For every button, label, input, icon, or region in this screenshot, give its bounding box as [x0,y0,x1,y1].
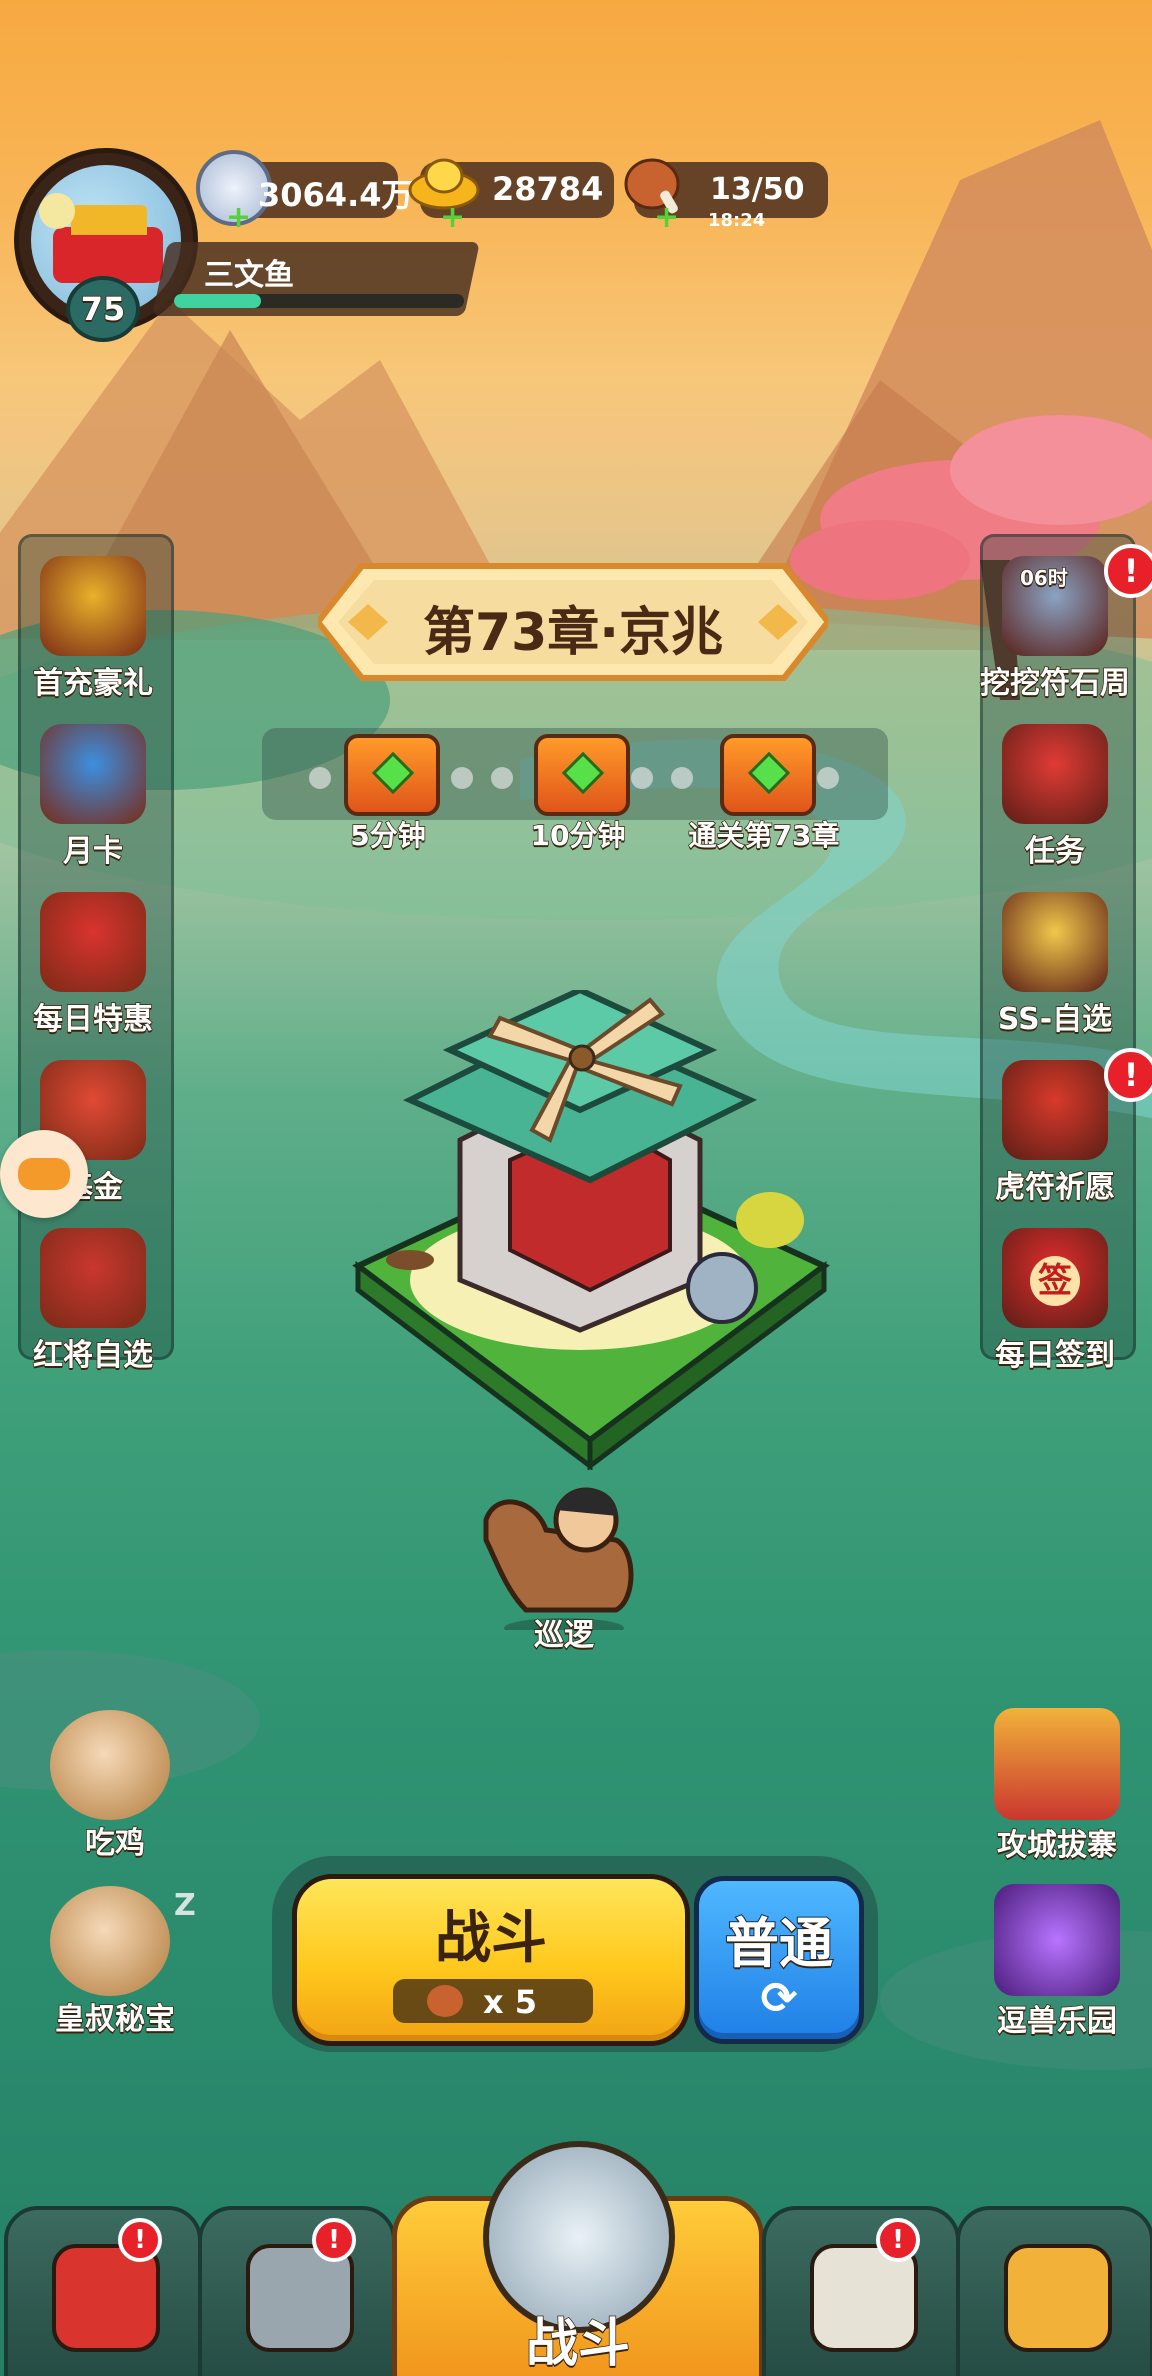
bottom-nav-war-horn[interactable]: ! [762,2206,960,2376]
chest-reward-1[interactable]: 10分钟 [530,730,630,860]
chapter-banner: 第73章·京兆 [314,560,832,684]
left-feature-0[interactable]: 吃鸡 [30,1700,200,1862]
bottom-nav-battle[interactable]: 战斗 [392,2141,764,2376]
battle-cost: x 5 [483,1983,538,2021]
task-scroll-icon [1002,724,1108,824]
game-scene: 75 三文鱼 + 3064.4万 + 28784 + 13/50 18:24 首… [0,0,1152,2376]
right-menu-item-2[interactable]: SS-自选 [980,884,1130,1044]
siege-gate-icon [994,1708,1120,1820]
fist-upgrade-icon [1004,2244,1112,2352]
right-menu-item-4[interactable]: 签每日签到 [980,1220,1130,1380]
alert-badge: ! [312,2218,356,2262]
bottom-nav-palace[interactable]: ! [4,2206,202,2376]
battle-cost-pill: x 5 [393,1979,593,2023]
signin-stamp: 签 [1030,1256,1080,1306]
alert-badge: ! [876,2218,920,2262]
chapter-title: 第73章·京兆 [422,603,724,663]
chest-gem [561,751,605,795]
uncle-treasure-icon [50,1886,170,1996]
exp-bar-fill [174,294,261,308]
silver-value: 3064.4万 [258,176,414,214]
right-feature-label: 攻城拔寨 [996,1827,1118,1864]
chest-label: 5分钟 [350,818,427,853]
mode-button[interactable]: 普通 ⟳ [694,1876,864,2044]
bottom-nav-equipment[interactable]: ! [198,2206,396,2376]
mode-label: 普通 [724,1911,834,1976]
treasure-chest-icon [720,734,816,816]
chest-reward-0[interactable]: 5分钟 [340,730,440,860]
player-level: 75 [80,289,126,329]
stamina-value: 13/50 [710,172,805,207]
chest-gem [371,751,415,795]
left-feature-label: 吃鸡 [84,1825,146,1862]
beast-park-icon [994,1884,1120,1996]
alert-badge: ! [1104,1048,1152,1102]
sleep-indicator: Z [174,1888,196,1923]
alert-badge: ! [118,2218,162,2262]
right-menu-item-0[interactable]: 06时挖挖符石周! [979,544,1152,708]
month-card-icon [40,724,146,824]
gold-add-icon[interactable]: + [440,203,465,233]
alert-badge: ! [1104,544,1152,598]
ss-select-icon [1002,892,1108,992]
right-menu-item-1[interactable]: 任务 [980,716,1130,876]
bottom-nav-battle-label: 战斗 [525,2313,631,2375]
chest-reward-2[interactable]: 通关第73章 [688,730,840,860]
battle-button[interactable]: 战斗 x 5 [292,1874,690,2046]
gift-bag-icon [40,892,146,992]
chest-label: 通关第73章 [688,818,840,853]
right-menu-item-3[interactable]: 虎符祈愿! [980,1048,1152,1212]
right-feature-0[interactable]: 攻城拔寨 [976,1700,1138,1864]
rune-timer: 06时 [1019,565,1068,591]
refresh-icon: ⟳ [760,1973,798,2024]
meat-drumstick-icon [427,1985,463,2017]
silver-add-icon[interactable]: + [226,203,251,233]
treasure-chest-icon [534,734,630,816]
patrol-character[interactable]: 巡逻 [466,1480,662,1654]
gold-value: 28784 [492,170,604,208]
left-feature-1[interactable]: 皇叔秘宝 Z [30,1876,200,2038]
left-feature-label: 皇叔秘宝 [54,2001,176,2038]
red-general-icon [40,1228,146,1328]
chest-label: 10分钟 [530,818,626,853]
chicken-character-icon [50,1710,170,1820]
left-menu-label: 首充豪礼 [32,665,154,702]
left-menu-item-0[interactable]: 首充豪礼 [18,548,168,708]
gamepad-float-button[interactable] [0,1130,88,1218]
patrol-label: 巡逻 [533,1617,595,1654]
stamina-timer: 18:24 [708,210,766,231]
left-menu-label: 月卡 [62,833,124,870]
player-name: 三文鱼 [204,258,294,293]
tiger-tally-icon [1002,1060,1108,1160]
right-menu-label: 每日签到 [994,1337,1116,1374]
treasure-chest-icon [344,734,440,816]
tower-island [352,990,830,1470]
left-menu-label: 红将自选 [32,1337,154,1374]
left-menu-label: 每日特惠 [32,1001,154,1038]
left-menu-item-1[interactable]: 月卡 [18,716,168,876]
right-menu-label: 挖挖符石周 [979,665,1131,702]
left-menu-item-4[interactable]: 红将自选 [18,1220,168,1380]
exp-bar [174,294,464,308]
player-level-badge: 75 [66,276,140,342]
right-feature-label: 逗兽乐园 [996,2003,1118,2040]
right-feature-1[interactable]: 逗兽乐园 [976,1876,1138,2040]
stamina-add-icon[interactable]: + [654,203,679,233]
left-menu-item-2[interactable]: 每日特惠 [18,884,168,1044]
battle-label: 战斗 [435,1906,547,1971]
right-menu-label: SS-自选 [997,1001,1113,1038]
right-menu-label: 任务 [1024,833,1086,870]
right-menu-label: 虎符祈愿 [994,1169,1116,1206]
chest-gem [747,751,791,795]
bottom-nav-upgrade[interactable] [956,2206,1152,2376]
gamepad-icon [18,1158,70,1190]
treasure-chest-icon [40,556,146,656]
